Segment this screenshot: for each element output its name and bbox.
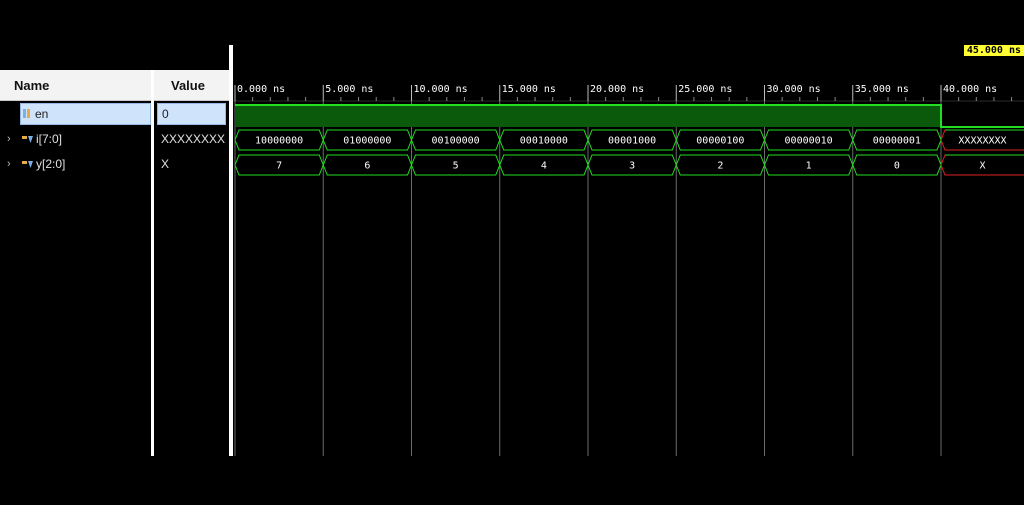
y-bus-value-label: 2 (717, 161, 723, 172)
y-bus-value-label: X (979, 161, 985, 172)
value-y: X (161, 157, 170, 171)
i-bus-value-label: 00001000 (608, 136, 656, 147)
time-tick-label: 35.000 ns (855, 84, 909, 95)
time-tick-label: 40.000 ns (943, 84, 997, 95)
expand-chevron-icon[interactable]: › (7, 127, 11, 152)
signal-names-panel: Name en › i[7:0] › y[2:0] (0, 70, 151, 456)
time-tick-label: 0.000 ns (237, 84, 285, 95)
i-bus-value-label: 10000000 (255, 136, 303, 147)
bus-signal-icon (22, 161, 33, 168)
value-en[interactable]: 0 (157, 103, 226, 125)
value-column-header[interactable]: Value (154, 70, 229, 101)
expand-chevron-icon[interactable]: › (7, 152, 11, 177)
signal-name-en: en (35, 107, 49, 121)
signal-values-panel: Value 0 XXXXXXXX X (154, 70, 229, 456)
waveform-viewer: Name en › i[7:0] › y[2:0] Value 0 XXXXXX… (0, 0, 1024, 505)
i-bus-value-label: 01000000 (343, 136, 391, 147)
time-tick-label: 10.000 ns (414, 84, 468, 95)
selected-row-highlight[interactable]: en (20, 103, 151, 125)
value-i: XXXXXXXX (161, 132, 226, 146)
signal-row-i[interactable]: › i[7:0] (0, 127, 151, 152)
y-bus-value-label: 4 (541, 161, 547, 172)
signal-row-y[interactable]: › y[2:0] (0, 152, 151, 177)
time-tick-label: 25.000 ns (678, 84, 732, 95)
y-bus-value-label: 3 (629, 161, 635, 172)
waveform-area[interactable]: 0.000 ns 5.000 ns 10.000 ns 15.000 ns 20.000… (233, 45, 1024, 456)
time-tick-label: 30.000 ns (767, 84, 821, 95)
y-bus-value-label: 0 (894, 161, 900, 172)
y-bus-value-label: 7 (276, 161, 282, 172)
i-bus-value-label: 00000001 (873, 136, 921, 147)
i-bus-value-label: 00000100 (696, 136, 744, 147)
i-bus-value-label: XXXXXXXX (958, 136, 1006, 147)
y-bus-value-label: 6 (364, 161, 370, 172)
time-tick-label: 20.000 ns (590, 84, 644, 95)
time-tick-label: 15.000 ns (502, 84, 556, 95)
name-column-header[interactable]: Name (0, 70, 151, 101)
i-bus-value-label: 00100000 (432, 136, 480, 147)
signal-row-en[interactable]: en (0, 101, 151, 126)
y-bus-value-label: 1 (806, 161, 812, 172)
cursor-time-marker[interactable]: 45.000 ns (963, 45, 1024, 56)
signal-name-y: y[2:0] (36, 157, 66, 171)
i-bus-value-label: 00010000 (520, 136, 568, 147)
bus-signal-icon (22, 136, 33, 143)
y-bus-value-label: 5 (453, 161, 459, 172)
scalar-signal-icon (23, 109, 30, 118)
en-high-fill (235, 105, 941, 127)
waveform-canvas[interactable]: 0.000 ns 5.000 ns 10.000 ns 15.000 ns 20.000… (233, 45, 1024, 456)
i-bus-value-label: 00000010 (785, 136, 833, 147)
time-tick-label: 5.000 ns (325, 84, 373, 95)
signal-name-i: i[7:0] (36, 132, 63, 146)
